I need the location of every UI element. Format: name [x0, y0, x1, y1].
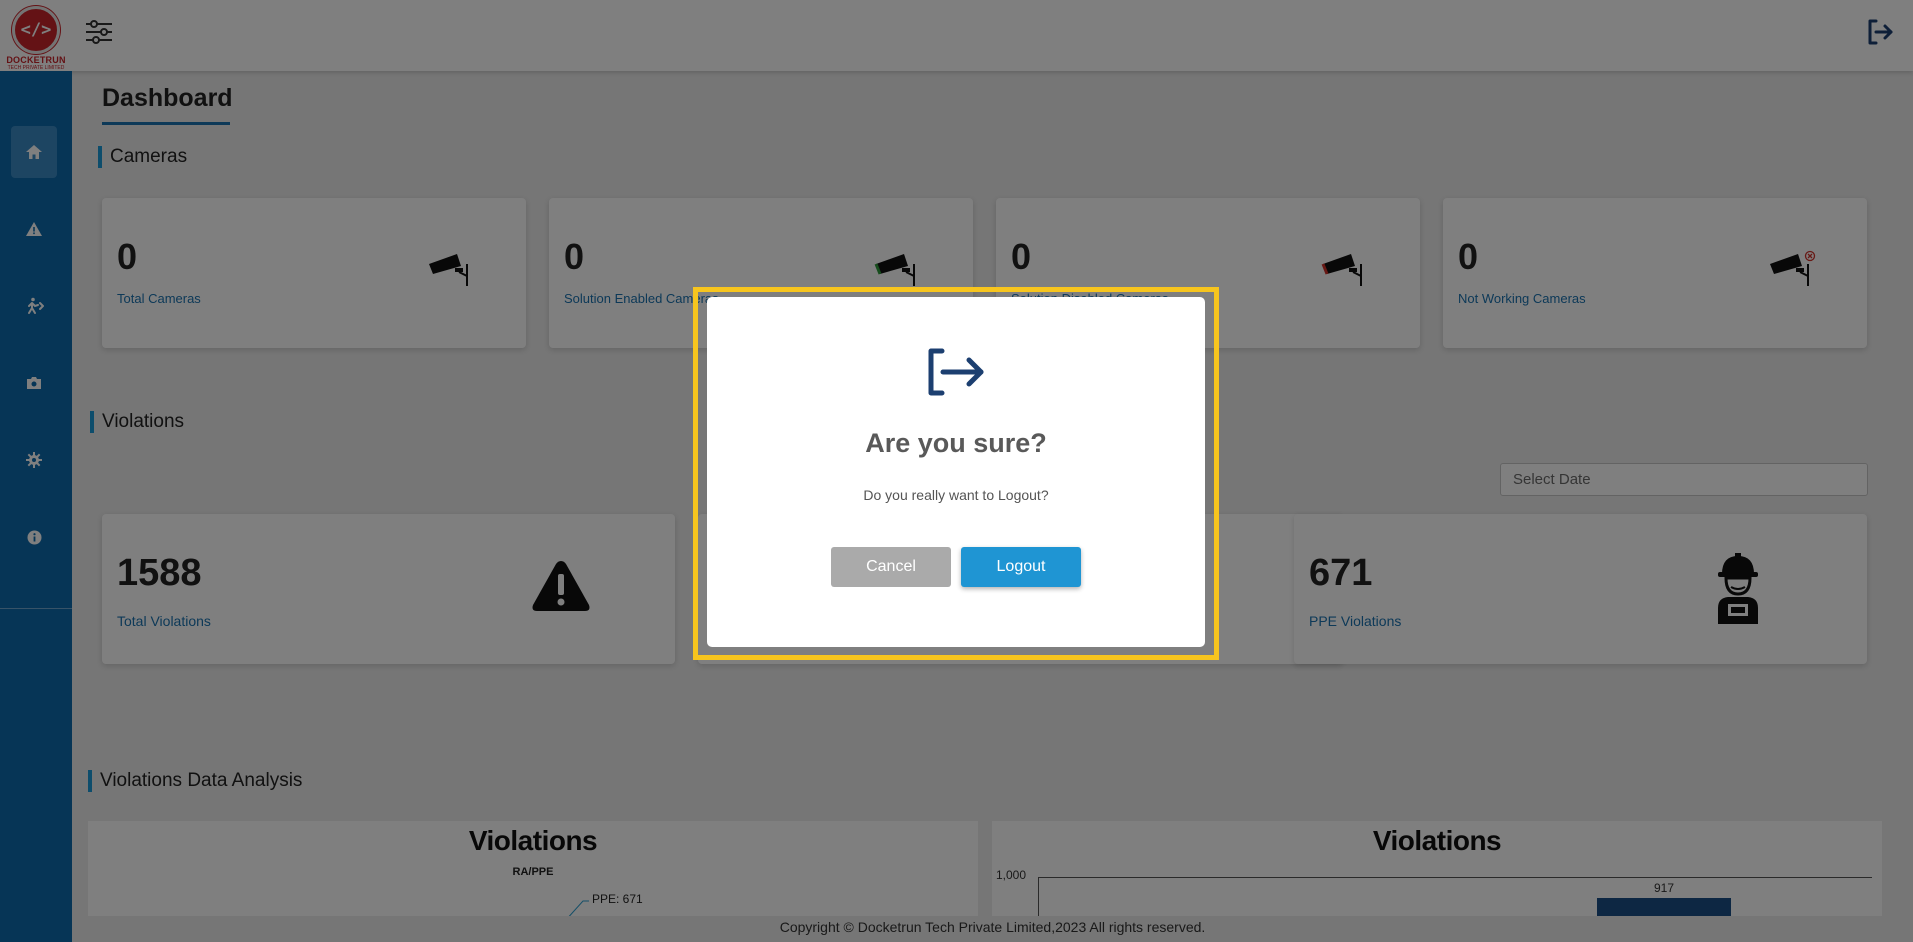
dialog-message: Do you really want to Logout? [863, 487, 1049, 503]
logout-button[interactable]: Logout [961, 547, 1081, 587]
logout-confirm-dialog: Are you sure? Do you really want to Logo… [707, 297, 1205, 647]
dialog-title: Are you sure? [865, 428, 1047, 458]
cancel-button[interactable]: Cancel [831, 547, 951, 587]
logout-icon [928, 348, 984, 396]
